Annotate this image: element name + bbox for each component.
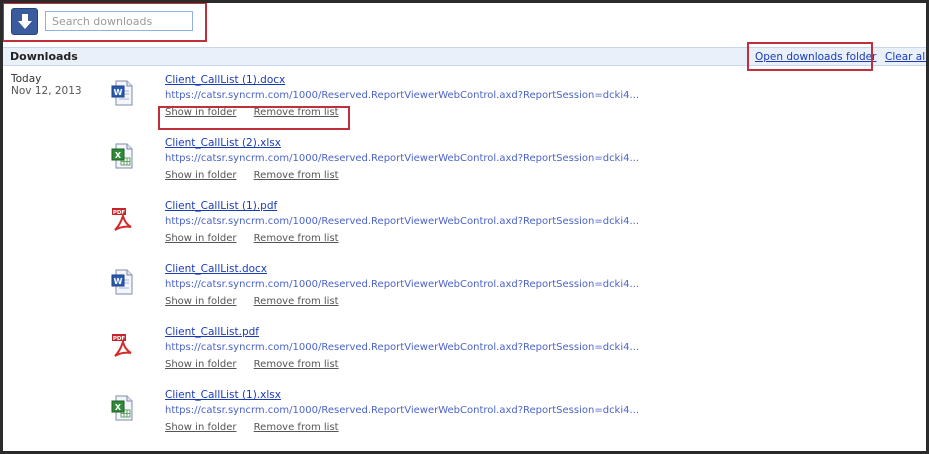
list-item: PDF Client_CallList (1).pdf https://cats… [111,200,891,262]
downloads-button[interactable] [11,8,38,35]
clear-all-link[interactable]: Clear all [885,51,926,63]
file-url: https://catsr.syncrm.com/1000/Reserved.R… [165,405,640,416]
remove-from-list-link[interactable]: Remove from list [254,233,339,244]
downloads-header: Downloads Open downloads folder Clear al… [3,47,926,66]
word-doc-icon: W [111,269,133,295]
show-in-folder-link[interactable]: Show in folder [165,233,236,244]
list-item: W Client_CallList (1).docx https://catsr… [111,74,891,136]
file-name-link[interactable]: Client_CallList (2).xlsx [165,137,281,149]
show-in-folder-link[interactable]: Show in folder [165,359,236,370]
file-url: https://catsr.syncrm.com/1000/Reserved.R… [165,153,640,164]
remove-from-list-link[interactable]: Remove from list [254,422,339,433]
page-title: Downloads [10,50,78,63]
show-in-folder-link[interactable]: Show in folder [165,296,236,307]
item-actions: Show in folder Remove from list [165,170,353,181]
svg-text:W: W [114,88,123,97]
top-bar [3,3,926,47]
list-item: X Client_CallList (1).xlsx https://catsr… [111,389,891,451]
item-actions: Show in folder Remove from list [165,107,353,118]
file-name-link[interactable]: Client_CallList.docx [165,263,267,275]
svg-text:X: X [115,151,122,160]
remove-from-list-link[interactable]: Remove from list [254,296,339,307]
show-in-folder-link[interactable]: Show in folder [165,170,236,181]
file-url: https://catsr.syncrm.com/1000/Reserved.R… [165,216,640,227]
item-actions: Show in folder Remove from list [165,296,353,307]
file-name-link[interactable]: Client_CallList (1).docx [165,74,285,86]
item-actions: Show in folder Remove from list [165,359,353,370]
date-group-date: Nov 12, 2013 [11,85,82,97]
search-input[interactable] [45,11,193,31]
file-name-link[interactable]: Client_CallList (1).pdf [165,200,277,212]
file-name-link[interactable]: Client_CallList (1).xlsx [165,389,281,401]
list-item: PDF Client_CallList.pdf https://catsr.sy… [111,326,891,388]
open-downloads-folder-link[interactable]: Open downloads folder [755,51,876,63]
date-group-label: Today [11,73,42,85]
item-actions: Show in folder Remove from list [165,233,353,244]
remove-from-list-link[interactable]: Remove from list [254,359,339,370]
remove-from-list-link[interactable]: Remove from list [254,107,339,118]
pdf-icon: PDF [111,206,133,232]
excel-xlsx-icon: X [111,143,133,169]
list-item: W Client_CallList.docx https://catsr.syn… [111,263,891,325]
item-actions: Show in folder Remove from list [165,422,353,433]
show-in-folder-link[interactable]: Show in folder [165,422,236,433]
word-doc-icon: W [111,80,133,106]
remove-from-list-link[interactable]: Remove from list [254,170,339,181]
pdf-icon: PDF [111,332,133,358]
svg-text:X: X [115,403,122,412]
excel-xlsx-icon: X [111,395,133,421]
file-url: https://catsr.syncrm.com/1000/Reserved.R… [165,279,640,290]
show-in-folder-link[interactable]: Show in folder [165,107,236,118]
downloads-window: Downloads Open downloads folder Clear al… [0,0,929,454]
file-url: https://catsr.syncrm.com/1000/Reserved.R… [165,90,640,101]
svg-text:W: W [114,277,123,286]
date-group: Today Nov 12, 2013 [11,73,82,97]
file-name-link[interactable]: Client_CallList.pdf [165,326,259,338]
list-item: X Client_CallList (2).xlsx https://catsr… [111,137,891,199]
file-url: https://catsr.syncrm.com/1000/Reserved.R… [165,342,640,353]
